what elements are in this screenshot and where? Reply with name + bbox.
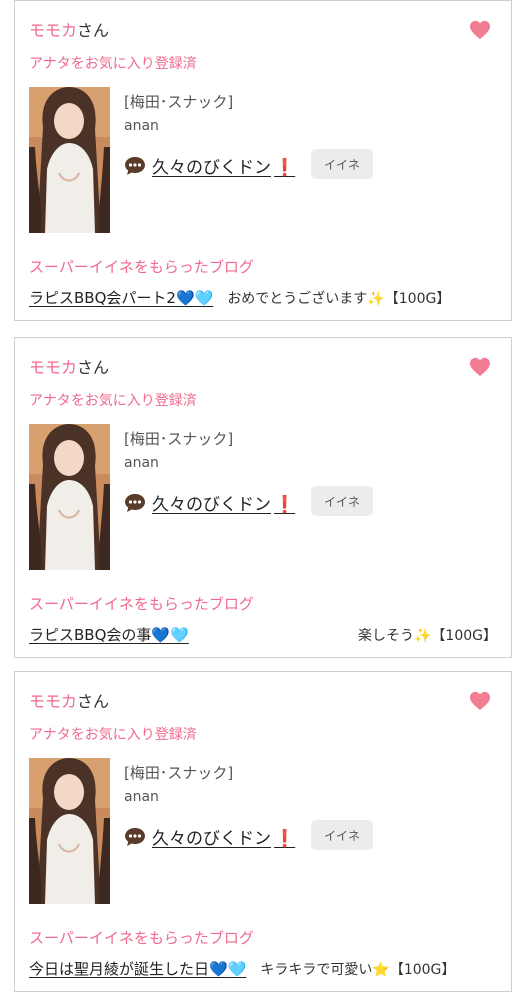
super-iine-label: スーパーイイネをもらったブログ	[29, 258, 254, 276]
blog-title-link[interactable]: ラピスBBQ会の事💙🩵	[29, 624, 189, 645]
profile-photo[interactable]	[29, 87, 110, 233]
sparkles-icon: ✨	[413, 627, 432, 644]
favorite-status-label: アナタをお気に入り登録済	[29, 727, 197, 743]
blog-row: ラピスBBQ会の事💙🩵 楽しそう✨【100G】	[29, 624, 497, 645]
favorite-status-label: アナタをお気に入り登録済	[29, 56, 197, 72]
shop-category: [梅田･スナック]	[124, 764, 234, 782]
blue-heart-icon: 💙	[175, 289, 195, 307]
name-suffix: さん	[77, 21, 110, 40]
shop-category: [梅田･スナック]	[124, 430, 234, 448]
comment-link[interactable]: 久々のびくドン ❗	[152, 490, 295, 515]
speech-bubble-icon	[125, 156, 145, 175]
speech-bubble-icon	[125, 493, 145, 512]
sender-name[interactable]: モモカ	[29, 358, 77, 377]
username: anan	[124, 118, 159, 134]
sender-name[interactable]: モモカ	[29, 692, 77, 711]
sender-name-row: モモカさん	[29, 17, 109, 41]
heart-icon[interactable]	[469, 20, 491, 40]
comment-link[interactable]: 久々のびくドン ❗	[152, 153, 295, 178]
comment-row: 久々のびくドン ❗	[124, 153, 295, 178]
exclamation-icon: ❗	[274, 829, 296, 849]
favorite-status-label: アナタをお気に入り登録済	[29, 393, 197, 409]
sender-name-row: モモカさん	[29, 688, 109, 712]
exclamation-icon: ❗	[274, 158, 296, 178]
exclamation-icon: ❗	[274, 495, 296, 515]
profile-photo[interactable]	[29, 758, 110, 904]
points-label: 【100G】	[384, 290, 451, 307]
super-iine-label: スーパーイイネをもらったブログ	[29, 595, 254, 613]
gift-message: おめでとうございます✨【100G】	[227, 290, 451, 307]
sender-name[interactable]: モモカ	[29, 21, 77, 40]
blue-heart-icon: 💙	[151, 626, 171, 644]
super-iine-label: スーパーイイネをもらったブログ	[29, 929, 254, 947]
notification-card: モモカさん アナタをお気に入り登録済 [梅田･スナック] anan 久々のびくド…	[14, 337, 512, 658]
profile-photo[interactable]	[29, 424, 110, 570]
star-icon: ⭐	[372, 961, 390, 978]
iine-button[interactable]: イイネ	[311, 820, 373, 850]
comment-row: 久々のびくドン ❗	[124, 490, 295, 515]
notification-card: モモカさん アナタをお気に入り登録済 [梅田･スナック] anan 久々のびくド…	[14, 671, 512, 992]
notification-card: モモカさん アナタをお気に入り登録済 [梅田･スナック] anan 久々のびくド…	[14, 0, 512, 321]
gift-message: 楽しそう✨【100G】	[357, 627, 497, 644]
blue-heart-icon: 💙	[209, 960, 228, 978]
heart-icon[interactable]	[469, 691, 491, 711]
name-suffix: さん	[77, 358, 110, 377]
light-blue-heart-icon: 🩵	[170, 626, 189, 644]
heart-icon[interactable]	[469, 357, 491, 377]
username: anan	[124, 455, 159, 471]
points-label: 【100G】	[431, 627, 497, 644]
blog-row: ラピスBBQ会パート2💙🩵 おめでとうございます✨【100G】	[29, 287, 497, 308]
comment-row: 久々のびくドン ❗	[124, 824, 295, 849]
blog-title-link[interactable]: 今日は聖月綾が誕生した日💙🩵	[29, 958, 246, 979]
points-label: 【100G】	[389, 961, 456, 978]
light-blue-heart-icon: 🩵	[194, 289, 214, 307]
username: anan	[124, 789, 159, 805]
iine-button[interactable]: イイネ	[311, 149, 373, 179]
blog-row: 今日は聖月綾が誕生した日💙🩵 キラキラで可愛い⭐【100G】	[29, 958, 497, 979]
name-suffix: さん	[77, 692, 110, 711]
comment-link[interactable]: 久々のびくドン ❗	[152, 824, 295, 849]
iine-button[interactable]: イイネ	[311, 486, 373, 516]
light-blue-heart-icon: 🩵	[227, 960, 247, 978]
sparkles-icon: ✨	[367, 290, 385, 307]
sender-name-row: モモカさん	[29, 354, 109, 378]
blog-title-link[interactable]: ラピスBBQ会パート2💙🩵	[29, 287, 213, 308]
speech-bubble-icon	[125, 827, 145, 846]
shop-category: [梅田･スナック]	[124, 93, 234, 111]
gift-message: キラキラで可愛い⭐【100G】	[260, 961, 456, 978]
